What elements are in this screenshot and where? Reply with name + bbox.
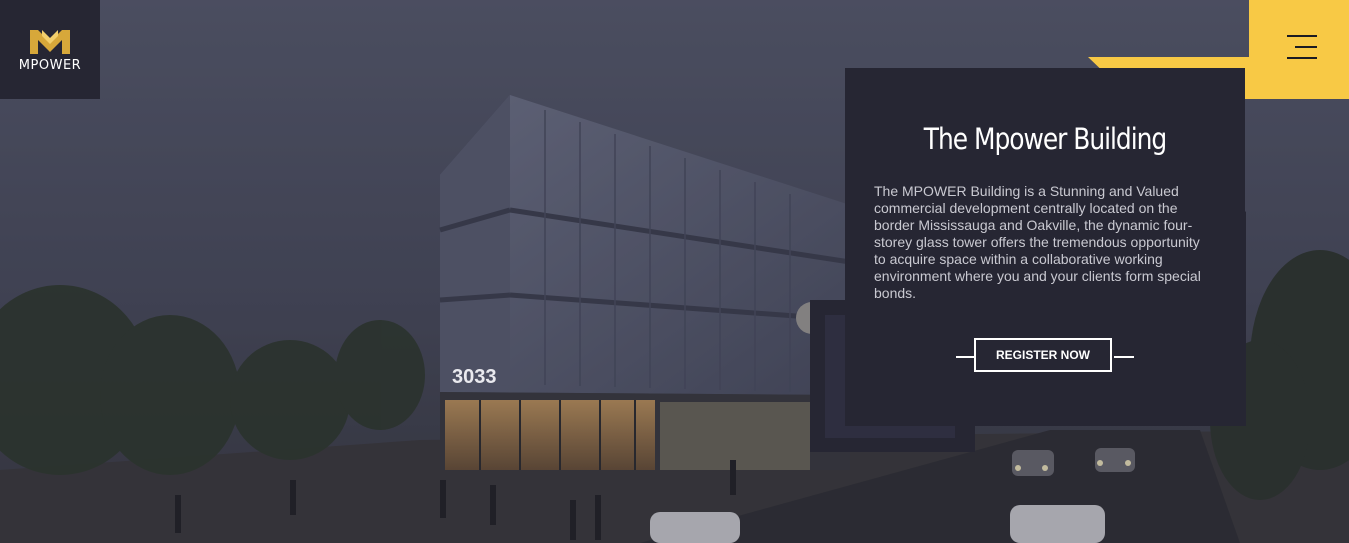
cta-line-right: [1114, 356, 1134, 358]
hero-info-card: The Mpower Building The MPOWER Building …: [845, 68, 1245, 426]
register-cta: REGISTER NOW: [956, 338, 1134, 376]
hero-description: The MPOWER Building is a Stunning and Va…: [874, 183, 1201, 301]
mpower-logo-icon: [30, 30, 70, 54]
logo[interactable]: MPOWER: [0, 0, 100, 99]
hamburger-menu-icon[interactable]: [1287, 35, 1317, 59]
menu-toggle[interactable]: [1249, 0, 1349, 99]
logo-text: MPOWER: [18, 58, 82, 73]
cta-line-left: [956, 356, 976, 358]
building-address-number: 3033: [452, 366, 497, 388]
register-now-button[interactable]: REGISTER NOW: [974, 338, 1112, 372]
hero-title: The Mpower Building: [923, 122, 1167, 156]
